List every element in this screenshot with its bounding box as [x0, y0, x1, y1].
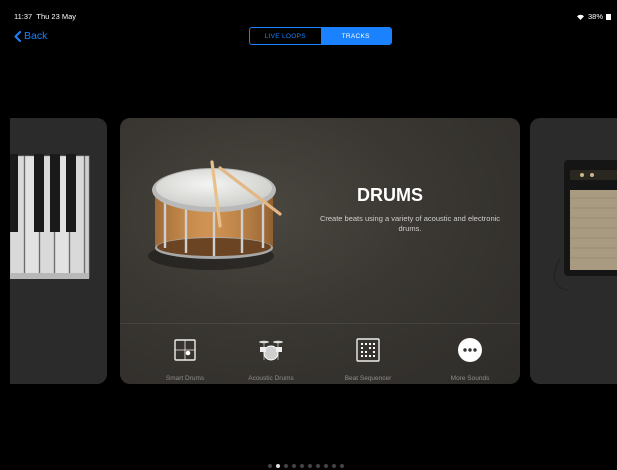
status-date: Thu 23 May: [36, 12, 76, 21]
more-icon: [458, 338, 482, 362]
page-dot[interactable]: [292, 464, 296, 468]
sound-options: Smart Drums Acoustic Drums Beat Sequence…: [120, 323, 520, 384]
status-right: 38%: [576, 12, 611, 21]
drums-card[interactable]: DRUMS Create beats using a variety of ac…: [120, 118, 520, 384]
smart-drums-icon: [174, 339, 196, 361]
view-segmented-control: LIVE LOOPS TRACKS: [249, 27, 392, 45]
page-dot[interactable]: [268, 464, 272, 468]
page-dot[interactable]: [316, 464, 320, 468]
back-label: Back: [24, 30, 48, 42]
segment-live-loops[interactable]: LIVE LOOPS: [250, 28, 321, 44]
instrument-title: DRUMS: [357, 185, 423, 205]
app-screen: 11:37 Thu 23 May 38% Back LIVE LOOPS TRA…: [10, 10, 617, 470]
page-dot[interactable]: [276, 464, 280, 468]
piano-keys-illustration: [10, 154, 90, 279]
option-more-sounds[interactable]: More Sounds: [430, 336, 510, 382]
page-dot[interactable]: [284, 464, 288, 468]
amp-card[interactable]: [530, 118, 617, 384]
option-label: Beat Sequencer: [344, 375, 392, 382]
beat-sequencer-icon: [356, 338, 380, 362]
page-dot[interactable]: [300, 464, 304, 468]
drum-kit-icon: [259, 340, 283, 361]
wifi-icon: [576, 14, 584, 20]
status-bar: 11:37 Thu 23 May 38%: [10, 10, 617, 24]
page-indicator[interactable]: [268, 464, 344, 468]
guitar-amp-illustration: [553, 160, 617, 291]
keyboard-card[interactable]: [10, 118, 107, 384]
instrument-description: Create beats using a variety of acoustic…: [319, 214, 501, 233]
option-label: Smart Drums: [165, 375, 205, 382]
back-button[interactable]: Back: [14, 30, 47, 42]
option-smart-drums[interactable]: Smart Drums: [145, 336, 225, 382]
option-label: Acoustic Drums: [248, 375, 294, 382]
segment-tracks[interactable]: TRACKS: [320, 28, 391, 44]
option-label: More Sounds: [450, 375, 490, 382]
battery-icon: [606, 13, 611, 20]
page-dot[interactable]: [308, 464, 312, 468]
status-time-date: 11:37 Thu 23 May: [14, 12, 76, 21]
page-dot[interactable]: [324, 464, 328, 468]
chevron-left-icon: [14, 30, 21, 42]
status-time: 11:37: [14, 12, 33, 21]
page-dot[interactable]: [340, 464, 344, 468]
battery-percent: 38%: [587, 12, 603, 21]
page-dot[interactable]: [332, 464, 336, 468]
option-beat-sequencer[interactable]: Beat Sequencer: [328, 336, 408, 382]
option-acoustic-drums[interactable]: Acoustic Drums: [231, 336, 311, 382]
